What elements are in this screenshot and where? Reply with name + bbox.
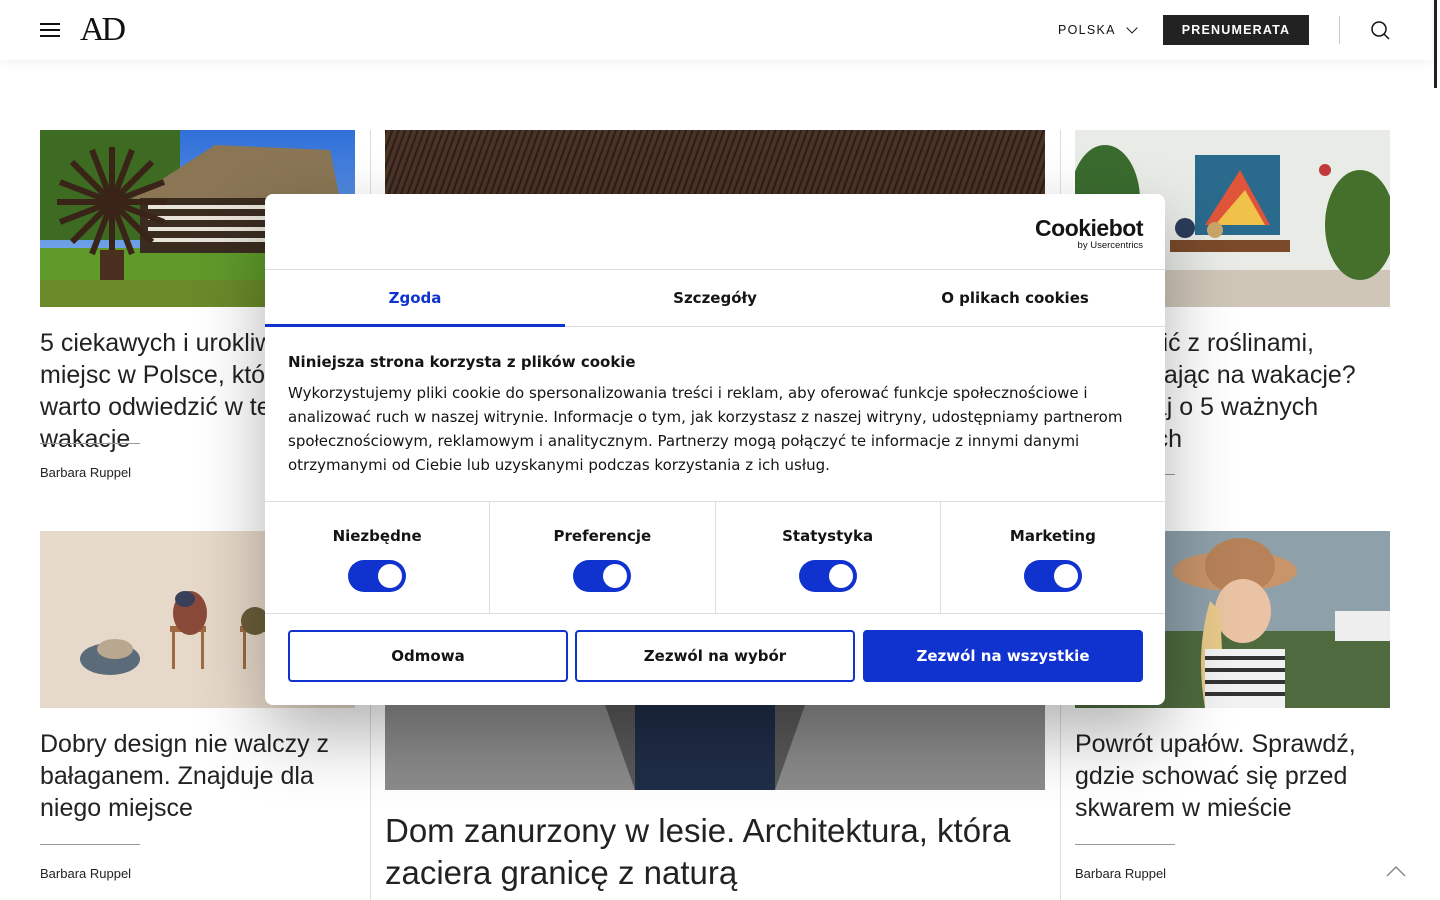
tab-about-cookies[interactable]: O plikach cookies: [865, 270, 1165, 326]
cookiebot-logo-text: Cookiebot: [1035, 215, 1143, 241]
divider-rule: [1075, 844, 1175, 845]
header-divider: [1339, 16, 1340, 44]
allow-all-button[interactable]: Zezwól na wszystkie: [863, 630, 1143, 682]
statistics-toggle[interactable]: [798, 560, 857, 592]
category-marketing: Marketing: [941, 502, 1165, 613]
divider-rule: [40, 443, 140, 444]
search-icon[interactable]: [1370, 20, 1390, 40]
tab-details[interactable]: Szczegóły: [565, 270, 865, 326]
cookiebot-logo-sub: by Usercentrics: [1077, 240, 1143, 251]
category-necessary: Niezbędne: [265, 502, 491, 613]
category-label: Niezbędne: [332, 527, 422, 545]
site-logo[interactable]: AD: [80, 12, 126, 48]
article-author[interactable]: Barbara Ruppel: [40, 866, 131, 881]
language-label: POLSKA: [1058, 23, 1116, 37]
category-statistics: Statystyka: [716, 502, 941, 613]
category-label: Preferencje: [553, 527, 652, 545]
necessary-toggle[interactable]: [348, 560, 407, 592]
marketing-toggle[interactable]: [1023, 560, 1082, 592]
cookie-description: Wykorzystujemy pliki cookie do spersonal…: [288, 384, 1123, 474]
cookie-heading: Niniejsza strona korzysta z plików cooki…: [288, 353, 636, 371]
chevron-down-icon: [1126, 22, 1138, 34]
scrollbar[interactable]: [1434, 0, 1437, 88]
article-author[interactable]: Barbara Ruppel: [1075, 866, 1166, 881]
cookie-tabs: Zgoda Szczegóły O plikach cookies: [265, 269, 1165, 327]
article-author[interactable]: Barbara Ruppel: [40, 465, 131, 480]
category-preferences: Preferencje: [490, 502, 716, 613]
language-selector[interactable]: POLSKA: [1058, 20, 1138, 40]
tab-consent[interactable]: Zgoda: [265, 270, 565, 327]
article-title[interactable]: Dobry design nie walczy z bałaganem. Zna…: [40, 728, 355, 824]
article-title[interactable]: Dom zanurzony w lesie. Architektura, któ…: [385, 810, 1045, 894]
cookie-consent-dialog: Cookiebot by Usercentrics Zgoda Szczegół…: [265, 194, 1165, 705]
preferences-toggle[interactable]: [573, 560, 632, 592]
allow-selection-button[interactable]: Zezwól na wybór: [575, 630, 855, 682]
category-label: Statystyka: [782, 527, 874, 545]
article-title[interactable]: Powrót upałów. Sprawdź, gdzie schować si…: [1075, 728, 1390, 824]
deny-button[interactable]: Odmowa: [288, 630, 568, 682]
divider-rule: [40, 844, 140, 845]
site-header: AD POLSKA PRENUMERATA: [0, 0, 1432, 60]
category-label: Marketing: [1009, 527, 1096, 545]
back-to-top-icon[interactable]: [1386, 862, 1406, 882]
cookie-categories: Niezbędne Preferencje Statystyka Marketi…: [265, 501, 1165, 614]
menu-icon[interactable]: [40, 22, 60, 38]
subscribe-button[interactable]: PRENUMERATA: [1163, 15, 1309, 45]
cookiebot-logo[interactable]: Cookiebot by Usercentrics: [1035, 216, 1143, 251]
